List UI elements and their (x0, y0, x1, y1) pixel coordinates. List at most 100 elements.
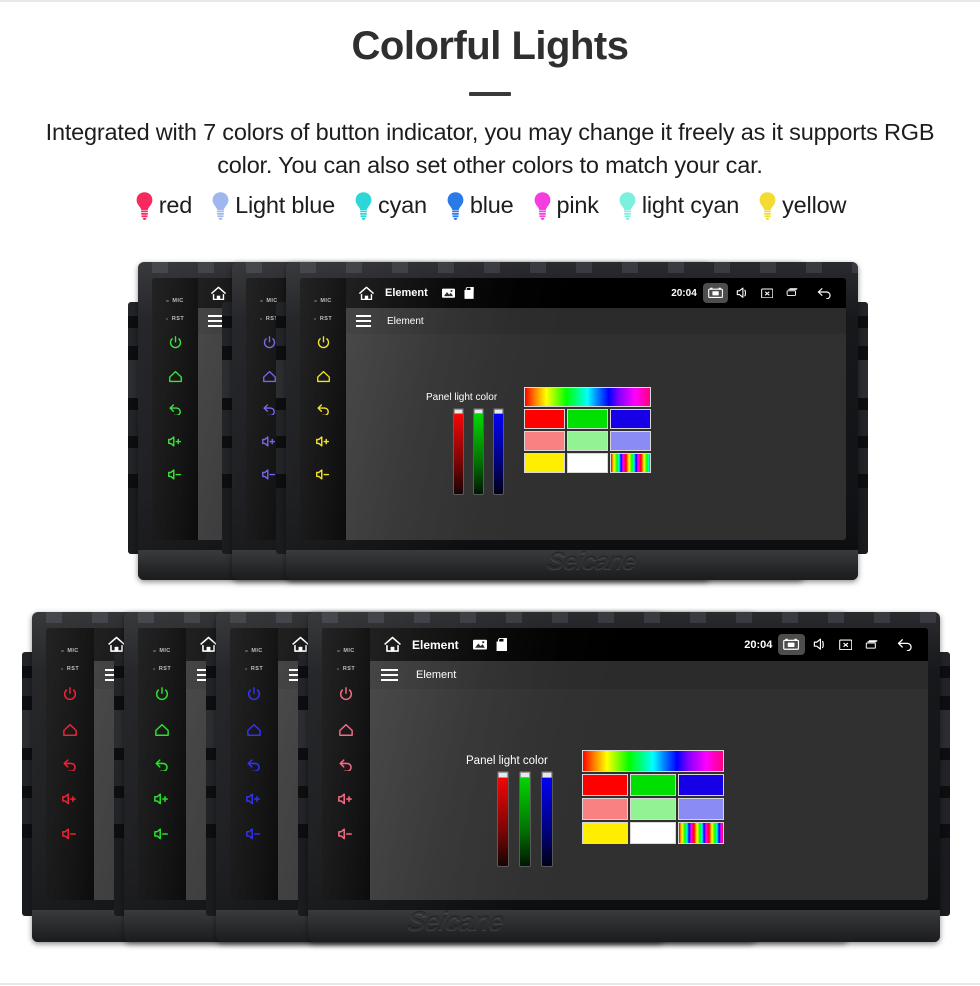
hamburger-menu-icon[interactable] (381, 667, 398, 683)
power-button[interactable] (62, 686, 78, 702)
image-icon[interactable] (428, 288, 459, 298)
blue-slider-handle[interactable] (494, 409, 503, 414)
shopping-bag-icon[interactable] (491, 637, 512, 652)
back-button[interactable] (154, 758, 170, 771)
screenshot-icon[interactable] (778, 634, 805, 655)
close-box-icon[interactable] (833, 639, 858, 651)
back-button[interactable] (62, 758, 78, 771)
home-button[interactable] (262, 370, 277, 383)
green-slider[interactable] (473, 408, 484, 495)
back-button[interactable] (338, 758, 354, 771)
red-swatch[interactable] (582, 774, 628, 796)
blue-swatch[interactable] (610, 409, 651, 429)
hamburger-menu-icon[interactable] (208, 313, 223, 329)
light-green-swatch[interactable] (567, 431, 608, 451)
back-arrow-icon[interactable] (805, 287, 838, 299)
power-button[interactable] (154, 686, 170, 702)
shopping-bag-icon[interactable] (459, 287, 478, 299)
screenshot-icon[interactable] (702, 283, 728, 303)
volume-up-button[interactable] (61, 792, 79, 806)
hamburger-menu-icon[interactable] (356, 313, 371, 329)
periwinkle-swatch[interactable] (678, 798, 724, 820)
red-slider-handle[interactable] (498, 772, 508, 778)
home-button[interactable] (246, 723, 262, 737)
back-curve-icon (262, 403, 277, 416)
periwinkle-swatch[interactable] (610, 431, 651, 451)
volume-up-button[interactable] (245, 792, 263, 806)
stereo-screen[interactable]: MIC RST Element 20:04 Element Panel light col… (300, 278, 846, 540)
green-swatch[interactable] (567, 409, 608, 429)
volume-down-button[interactable] (153, 827, 171, 841)
red-slider[interactable] (453, 408, 464, 495)
volume-down-button[interactable] (167, 468, 184, 481)
hue-spectrum-swatch[interactable] (582, 750, 724, 772)
green-slider-handle[interactable] (520, 772, 530, 778)
light-green-swatch[interactable] (630, 798, 676, 820)
volume-up-button[interactable] (261, 435, 278, 448)
power-icon (154, 686, 170, 702)
android-ui: Element 20:04 Element Panel light color (346, 278, 846, 540)
volume-up-button[interactable] (337, 792, 355, 806)
hue-spectrum-swatch[interactable] (524, 387, 651, 407)
close-box-icon[interactable] (755, 288, 779, 299)
rainbow-swatch[interactable] (610, 453, 651, 473)
status-bar-title: Element (412, 637, 459, 652)
power-button[interactable] (168, 335, 183, 350)
volume-up-button[interactable] (315, 435, 332, 448)
power-button[interactable] (316, 335, 331, 350)
green-slider-handle[interactable] (474, 409, 483, 414)
blue-swatch[interactable] (678, 774, 724, 796)
home-button[interactable] (62, 723, 78, 737)
back-button[interactable] (168, 403, 183, 416)
back-button[interactable] (246, 758, 262, 771)
volume-down-button[interactable] (61, 827, 79, 841)
status-bar: Element 20:04 (370, 628, 928, 661)
touch-button-panel: MIC RST (322, 628, 370, 900)
red-slider[interactable] (497, 771, 509, 867)
home-button[interactable] (168, 370, 183, 383)
home-button[interactable] (154, 723, 170, 737)
power-button[interactable] (338, 686, 354, 702)
volume-down-button[interactable] (315, 468, 332, 481)
home-icon[interactable] (379, 636, 412, 653)
home-button[interactable] (316, 370, 331, 383)
white-swatch[interactable] (630, 822, 676, 844)
green-swatch[interactable] (630, 774, 676, 796)
power-button[interactable] (246, 686, 262, 702)
recents-icon[interactable] (779, 288, 805, 297)
back-curve-icon (168, 403, 183, 416)
back-button[interactable] (316, 403, 331, 416)
android-ui: Element 20:04 Element Panel light color (370, 628, 928, 900)
stereo-frame: Seicane MIC RST Element 20:04 Element Panel li… (308, 612, 940, 942)
red-slider-handle[interactable] (454, 409, 463, 414)
recents-icon[interactable] (858, 639, 885, 650)
home-icon[interactable] (354, 286, 385, 301)
stereo-screen[interactable]: MIC RST Element 20:04 Element Panel light col… (322, 628, 928, 900)
white-swatch[interactable] (567, 453, 608, 473)
rainbow-swatch[interactable] (678, 822, 724, 844)
speaker-mute-icon[interactable] (805, 638, 833, 651)
image-icon[interactable] (459, 639, 491, 650)
yellow-swatch[interactable] (582, 822, 628, 844)
volume-down-button[interactable] (337, 827, 355, 841)
blue-slider-handle[interactable] (542, 772, 552, 778)
green-slider[interactable] (519, 771, 531, 867)
back-button[interactable] (262, 403, 277, 416)
volume-down-button[interactable] (261, 468, 278, 481)
home-outline-icon (316, 370, 331, 383)
volume-up-button[interactable] (153, 792, 171, 806)
red-swatch[interactable] (524, 409, 565, 429)
blue-slider[interactable] (493, 408, 504, 495)
volume-down-button[interactable] (245, 827, 263, 841)
volume-up-button[interactable] (167, 435, 184, 448)
status-bar-right: 20:04 (671, 283, 838, 303)
power-button[interactable] (262, 335, 277, 350)
blue-slider[interactable] (541, 771, 553, 867)
back-curve-icon (62, 758, 78, 771)
salmon-swatch[interactable] (524, 431, 565, 451)
home-button[interactable] (338, 723, 354, 737)
yellow-swatch[interactable] (524, 453, 565, 473)
speaker-mute-icon[interactable] (728, 287, 755, 299)
back-arrow-icon[interactable] (885, 638, 919, 651)
salmon-swatch[interactable] (582, 798, 628, 820)
